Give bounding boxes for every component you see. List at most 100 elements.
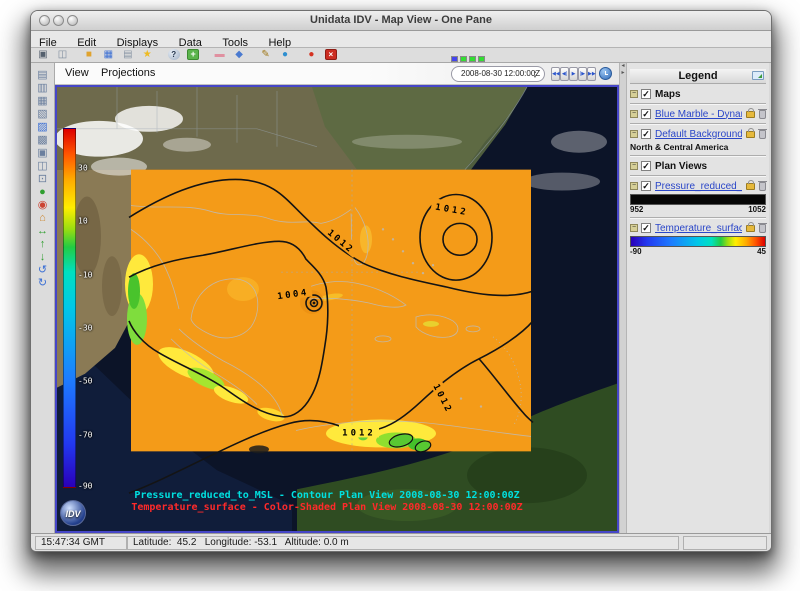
idv-logo: IDV <box>60 500 86 526</box>
maps-visibility-checkbox[interactable] <box>641 89 651 99</box>
show-dashboard-icon[interactable]: ▣ <box>37 49 49 61</box>
legend-panel: Legend Maps Blue Marble - Dynamic <box>627 63 769 533</box>
lock-icon[interactable] <box>746 183 755 190</box>
float-legend-icon[interactable] <box>752 71 764 80</box>
pin-icon[interactable]: ◆ <box>233 49 245 61</box>
display-link[interactable]: Pressure_reduced_to_MS... <box>655 181 742 192</box>
zoom-in-vertical-icon[interactable]: ↑ <box>33 238 53 251</box>
globe-view-icon[interactable]: ● <box>33 186 53 199</box>
new-display-icon[interactable]: ◫ <box>56 49 68 61</box>
spinner-arrows-icon[interactable]: ▲▼ <box>531 69 539 79</box>
map-menu-view[interactable]: View <box>65 67 89 79</box>
open-bundle-icon[interactable]: ■ <box>83 49 95 61</box>
map-menu-projections[interactable]: Projections <box>101 67 155 79</box>
pressure-legend-colorbar[interactable] <box>630 194 766 205</box>
step-back-button[interactable]: ◀| <box>560 67 569 81</box>
colorbar-tick: -10 <box>78 271 92 280</box>
zoom-out-vertical-icon[interactable]: ↓ <box>33 251 53 264</box>
animation-controls: ◀◀◀|▶|▶▶▶ <box>551 67 612 85</box>
temperature-min-label: -90 <box>630 247 642 257</box>
zoom-horizontal-icon[interactable]: ↔ <box>33 225 53 238</box>
animation-step-indicator[interactable] <box>451 56 487 62</box>
collapse-icon[interactable] <box>630 182 638 190</box>
visibility-checkbox[interactable] <box>641 129 651 139</box>
collapse-icon[interactable] <box>630 90 638 98</box>
perspective-view-icon[interactable]: ▣ <box>33 147 53 160</box>
title-bar[interactable]: Unidata IDV - Map View - One Pane <box>31 11 771 31</box>
top-view-icon[interactable]: ▧ <box>33 108 53 121</box>
rotate-x-view-icon[interactable]: ▤ <box>33 69 53 82</box>
rotate-z-view-icon[interactable]: ▦ <box>33 95 53 108</box>
record-icon[interactable]: ● <box>305 49 317 61</box>
lock-icon[interactable] <box>746 131 755 138</box>
pressure-min-label: 952 <box>630 205 643 215</box>
help-icon[interactable]: ? <box>168 49 180 60</box>
rotate-y-view-icon[interactable]: ▥ <box>33 82 53 95</box>
viewpoint-dialog-icon[interactable]: ◫ <box>33 160 53 173</box>
go-first-button[interactable]: ◀◀ <box>551 67 560 81</box>
globe-icon[interactable]: ● <box>279 49 291 61</box>
status-bar: 15:47:34 GMT Latitude: 45.2 Longitude: -… <box>31 533 771 551</box>
collapse-left-icon[interactable]: ◂ <box>620 63 626 70</box>
collapse-icon[interactable] <box>630 130 638 138</box>
trash-icon[interactable] <box>759 110 766 119</box>
home-view-icon[interactable]: ⌂ <box>33 212 53 225</box>
temperature-legend-colorbar[interactable] <box>630 236 766 247</box>
add-data-icon[interactable]: + <box>187 49 199 60</box>
temperature-max-label: 45 <box>757 247 766 257</box>
screenshot-stage: Unidata IDV - Map View - One Pane File E… <box>0 0 800 591</box>
map-canvas[interactable]: 1012 1012 1004 <box>55 85 619 533</box>
collapse-icon[interactable] <box>630 162 638 170</box>
memory-status <box>683 536 767 550</box>
front-view-icon[interactable]: ▨ <box>33 121 53 134</box>
visibility-checkbox[interactable] <box>641 223 651 233</box>
legend-splitter[interactable]: ◂ ▸ <box>619 63 627 533</box>
legend-title: Legend <box>678 70 717 82</box>
link-view-icon[interactable]: ⊡ <box>33 173 53 186</box>
legend-item-blue-marble: Blue Marble - Dynamic <box>630 107 766 121</box>
trash-icon[interactable] <box>759 130 766 139</box>
play-button[interactable]: ▶ <box>569 67 578 81</box>
time-select-combobox[interactable]: 2008-08-30 12:00:00Z ▲▼ <box>451 66 545 82</box>
default-maps-sublabel: North & Central America <box>630 142 766 153</box>
display-link[interactable]: Temperature_surface -... <box>655 223 742 234</box>
save-bundle-icon[interactable]: ▦ <box>102 49 114 61</box>
lock-icon[interactable] <box>746 225 755 232</box>
zoom-reset-icon[interactable]: ◉ <box>33 199 53 212</box>
plan-views-visibility-checkbox[interactable] <box>641 161 651 171</box>
trash-icon[interactable] <box>759 224 766 233</box>
time-value: 2008-08-30 12:00:00Z <box>461 69 540 78</box>
edit-icon[interactable]: ✎ <box>260 49 272 61</box>
clock-status: 15:47:34 GMT <box>35 536 127 550</box>
section-label: Maps <box>655 89 681 100</box>
display-link[interactable]: Blue Marble - Dynamic <box>655 109 742 120</box>
trash-icon[interactable] <box>759 182 766 191</box>
visibility-checkbox[interactable] <box>641 109 651 119</box>
colorbar-tick: 30 <box>78 164 88 173</box>
temperature-colorbar[interactable] <box>63 128 76 488</box>
collapse-icon[interactable] <box>630 224 638 232</box>
step-forward-button[interactable]: |▶ <box>578 67 587 81</box>
display-link[interactable]: Default Background Maps <box>655 129 742 140</box>
copy-display-icon[interactable]: ▤ <box>122 49 134 61</box>
legend-item-pressure: Pressure_reduced_to_MS... <box>630 179 766 193</box>
legend-item-temperature: Temperature_surface -... <box>630 221 766 235</box>
menu-bar: File Edit Displays Data Tools Help <box>31 31 771 48</box>
eraser-icon[interactable]: ▬ <box>214 49 226 61</box>
collapse-right-icon[interactable]: ▸ <box>620 70 626 77</box>
favorites-icon[interactable]: ★ <box>141 49 153 61</box>
collapse-icon[interactable] <box>630 110 638 118</box>
go-last-button[interactable]: ▶▶ <box>587 67 596 81</box>
map-view-panel: View Projections 2008-08-30 12:00:00Z ▲▼… <box>55 63 619 533</box>
undo-icon[interactable]: ↺ <box>33 264 53 277</box>
lock-icon[interactable] <box>746 111 755 118</box>
visibility-checkbox[interactable] <box>641 181 651 191</box>
side-view-icon[interactable]: ▩ <box>33 134 53 147</box>
colorbar-tick: -70 <box>78 431 92 440</box>
stop-icon[interactable]: × <box>325 49 337 60</box>
animation-properties-clock-icon[interactable] <box>599 67 612 80</box>
redo-icon[interactable]: ↻ <box>33 277 53 290</box>
colorbar-tick: 10 <box>78 217 88 226</box>
window-title: Unidata IDV - Map View - One Pane <box>31 14 771 26</box>
temperature-display-caption: Temperature_surface - Color-Shaded Plan … <box>87 502 567 513</box>
